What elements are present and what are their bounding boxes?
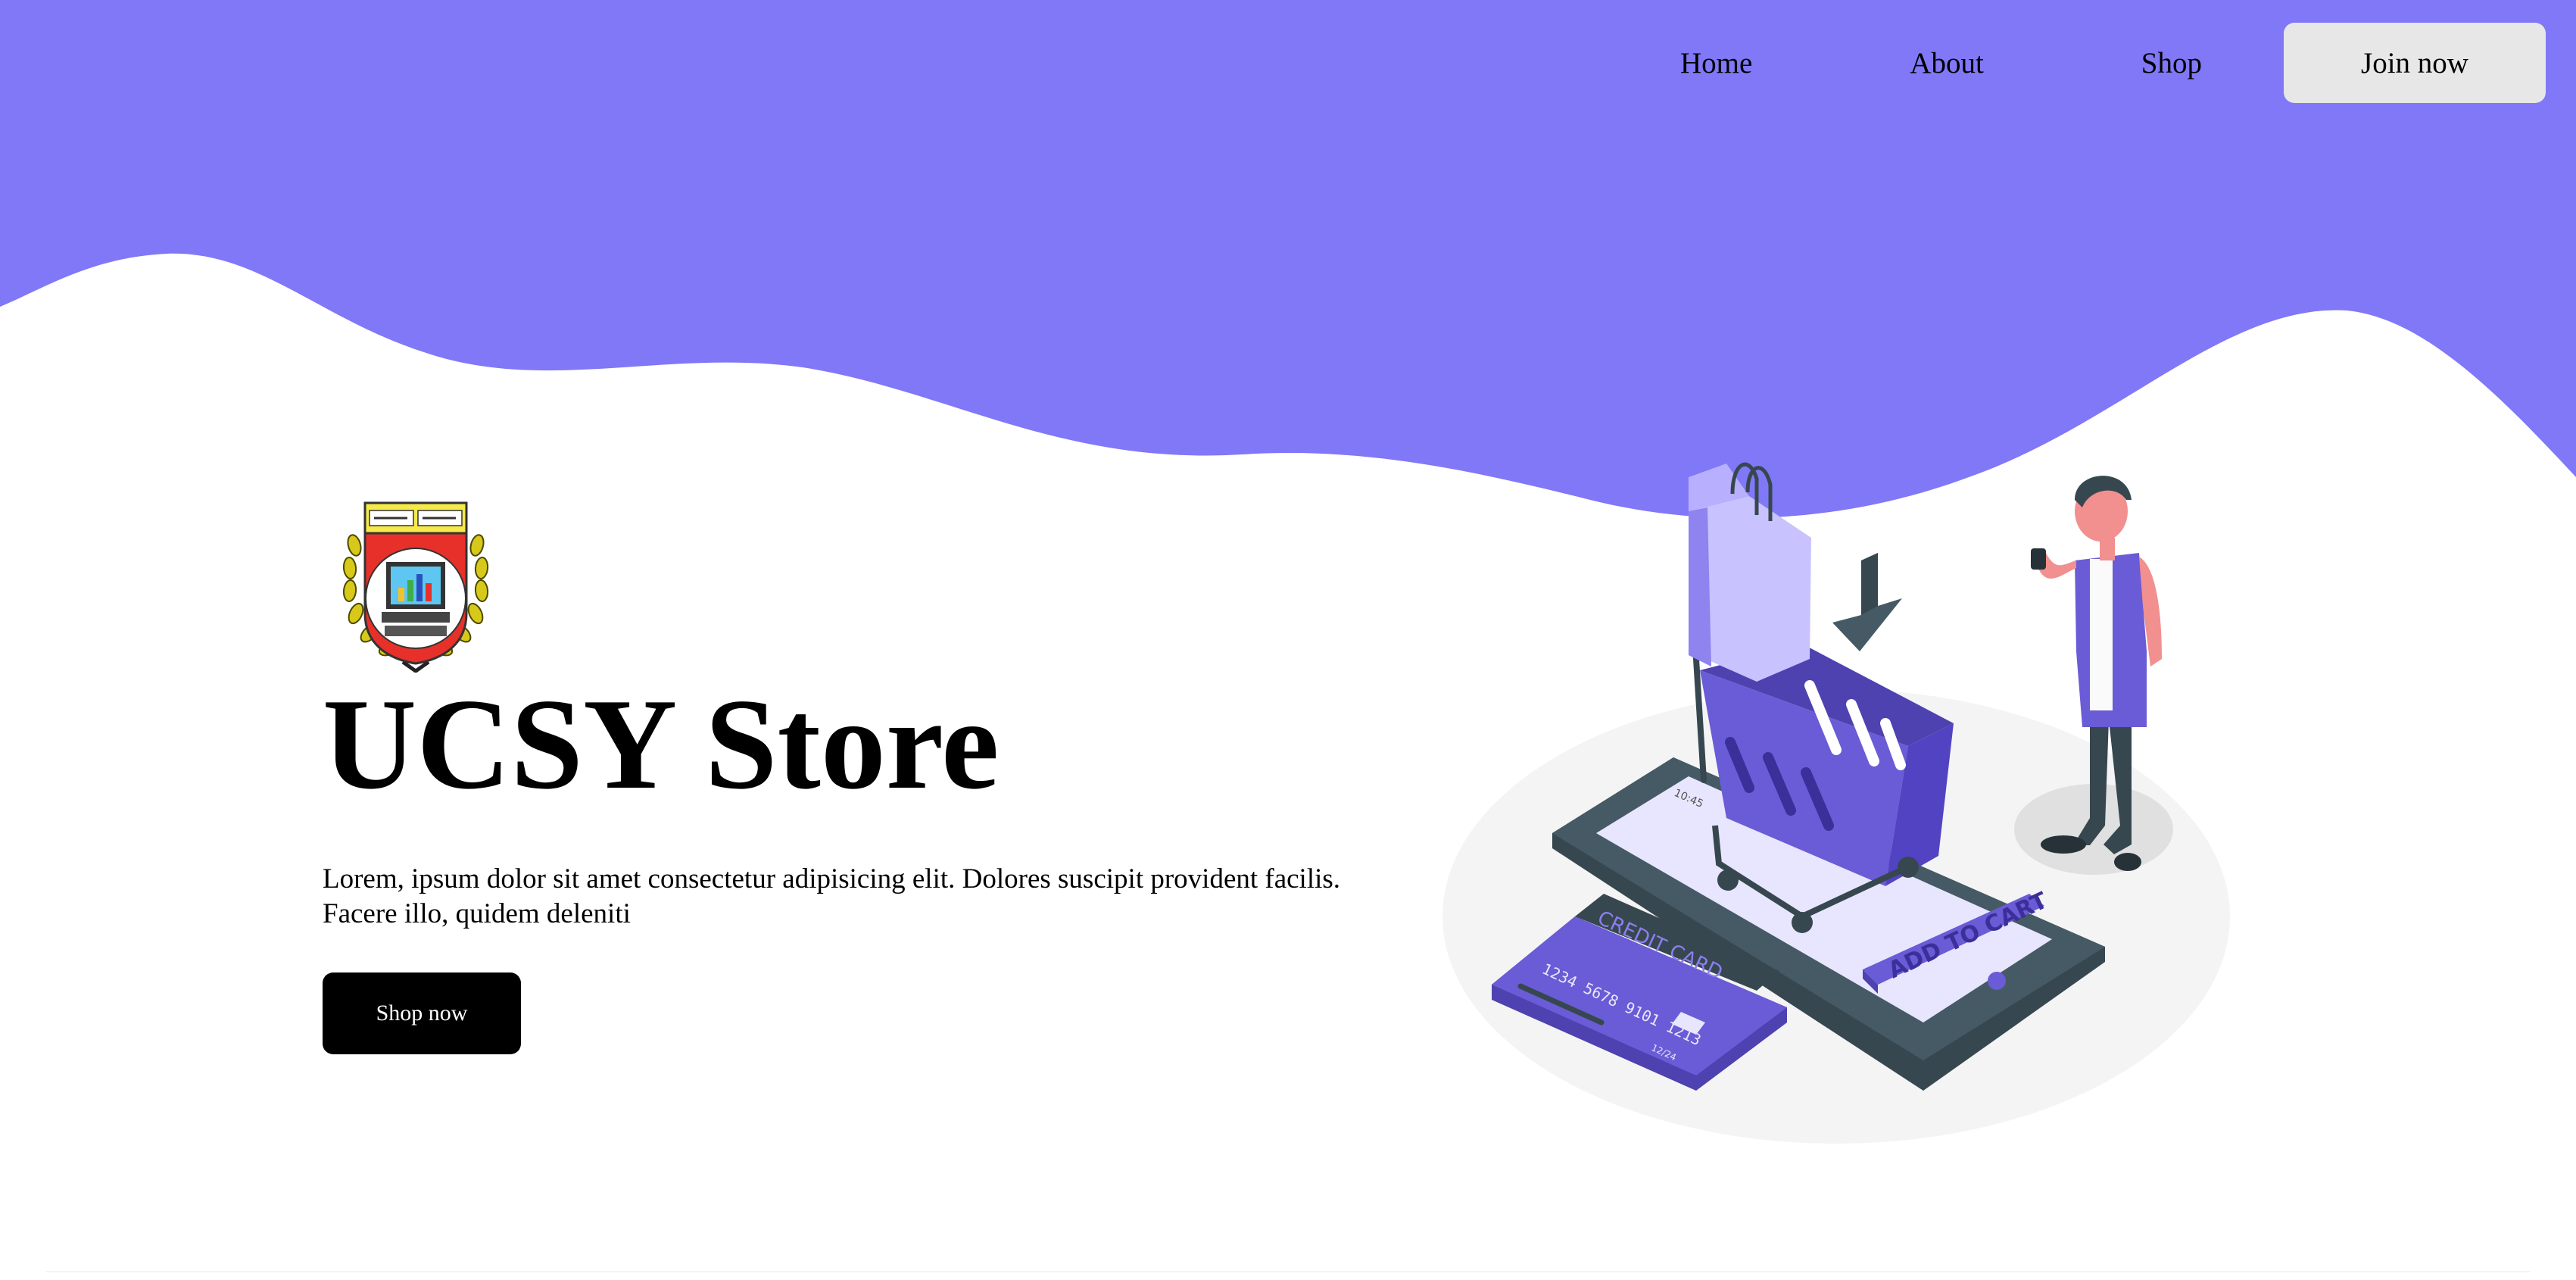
nav-link-home[interactable]: Home xyxy=(1680,46,1752,80)
top-navigation: Home About Shop Join now xyxy=(1680,23,2546,103)
store-title: UCSY Store xyxy=(323,673,1000,816)
footer-divider xyxy=(45,1271,2531,1272)
online-shopping-illustration: 10:45 ADD TO CART CREDIT CARD 1234 5678 … xyxy=(1442,462,2230,1144)
join-now-button[interactable]: Join now xyxy=(2284,23,2546,103)
arrow-down-icon xyxy=(1832,553,1902,651)
nav-link-shop[interactable]: Shop xyxy=(2141,46,2202,80)
nav-link-about[interactable]: About xyxy=(1910,46,1984,80)
shop-now-button[interactable]: Shop now xyxy=(323,972,521,1054)
ucsy-crest-logo xyxy=(342,501,489,673)
shopping-bag-icon xyxy=(1689,462,1811,682)
store-description: Lorem, ipsum dolor sit amet consectetur … xyxy=(323,863,1341,929)
